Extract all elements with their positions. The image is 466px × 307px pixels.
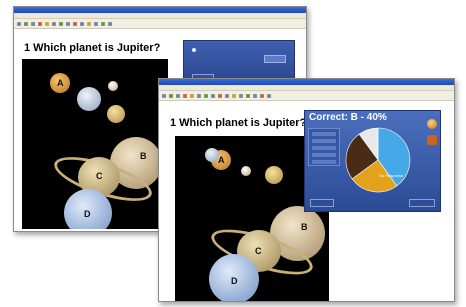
- pie-slice-label: No Response: [379, 173, 404, 178]
- planet-label: B: [301, 222, 308, 232]
- legend-row: [312, 139, 336, 143]
- toolbar-button[interactable]: [94, 21, 98, 26]
- graph-icon[interactable]: [427, 135, 437, 145]
- toolbar-button[interactable]: [260, 93, 264, 98]
- results-title: Correct: B - 40%: [309, 112, 387, 123]
- planet-label: A: [218, 155, 225, 165]
- foreground-app-window: 1 Which planet is Jupiter? A B C D Corre…: [158, 78, 455, 302]
- planet-small: [108, 81, 118, 91]
- toolbar-button[interactable]: [211, 93, 215, 98]
- toolbar-button[interactable]: [38, 21, 42, 26]
- planet-label: B: [140, 151, 147, 161]
- planet-venus: [265, 166, 283, 184]
- planet-label: D: [231, 276, 238, 286]
- toolbar-button[interactable]: [45, 21, 49, 26]
- legend-row: [312, 160, 336, 164]
- toolbar: [14, 19, 306, 29]
- planet-moon: [77, 87, 101, 111]
- planet-moon: [205, 148, 219, 162]
- toolbar-button[interactable]: [52, 21, 56, 26]
- toolbar-button[interactable]: [87, 21, 91, 26]
- planet-venus: [107, 105, 125, 123]
- toolbar: [159, 91, 454, 101]
- question-text: 1 Which planet is Jupiter?: [24, 42, 161, 54]
- toolbar-button[interactable]: [239, 93, 243, 98]
- toolbar-button[interactable]: [66, 21, 70, 26]
- toolbar-button[interactable]: [225, 93, 229, 98]
- results-panel: Correct: B - 40% No Response: [304, 110, 441, 212]
- planets-image: A B C D: [22, 59, 168, 229]
- results-right-button[interactable]: [409, 199, 435, 207]
- toolbar-button[interactable]: [232, 93, 236, 98]
- legend-row: [312, 146, 336, 150]
- toolbar-button[interactable]: [169, 93, 173, 98]
- results-left-button[interactable]: [310, 199, 334, 207]
- planet-label: C: [255, 246, 262, 256]
- chart-toggle-icon[interactable]: [427, 119, 437, 129]
- toolbar-button[interactable]: [218, 93, 222, 98]
- toolbar-button[interactable]: [267, 93, 271, 98]
- legend-row: [312, 153, 336, 157]
- panel-button[interactable]: [264, 55, 286, 63]
- toolbar-button[interactable]: [176, 93, 180, 98]
- results-pie-chart: No Response: [345, 127, 411, 193]
- results-legend: [308, 128, 340, 166]
- planet-small: [241, 166, 251, 176]
- legend-row: [312, 132, 336, 136]
- planet-label: C: [96, 171, 103, 181]
- toolbar-button[interactable]: [31, 21, 35, 26]
- toolbar-button[interactable]: [59, 21, 63, 26]
- question-text: 1 Which planet is Jupiter?: [170, 117, 307, 129]
- toolbar-button[interactable]: [204, 93, 208, 98]
- status-icon: [192, 48, 196, 52]
- toolbar-button[interactable]: [162, 93, 166, 98]
- toolbar-button[interactable]: [73, 21, 77, 26]
- toolbar-button[interactable]: [190, 93, 194, 98]
- planet-label: A: [57, 78, 64, 88]
- planet-label: D: [84, 209, 91, 219]
- toolbar-button[interactable]: [183, 93, 187, 98]
- toolbar-button[interactable]: [101, 21, 105, 26]
- toolbar-button[interactable]: [17, 21, 21, 26]
- toolbar-button[interactable]: [253, 93, 257, 98]
- toolbar-button[interactable]: [24, 21, 28, 26]
- toolbar-button[interactable]: [197, 93, 201, 98]
- toolbar-button[interactable]: [108, 21, 112, 26]
- toolbar-button[interactable]: [246, 93, 250, 98]
- toolbar-button[interactable]: [80, 21, 84, 26]
